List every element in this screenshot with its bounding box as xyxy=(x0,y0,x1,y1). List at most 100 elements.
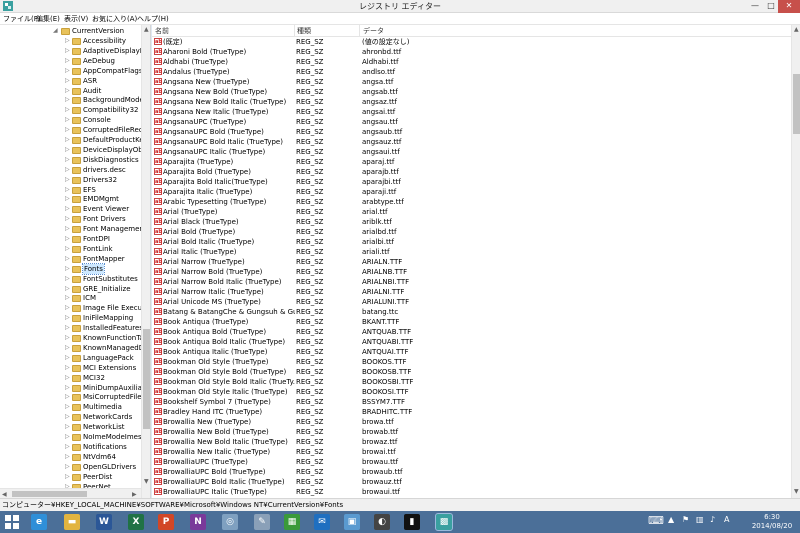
paint-icon[interactable]: ✎ xyxy=(254,514,270,530)
list-row[interactable]: ab Aldhabi (TrueType) REG_SZ Aldhabi.ttf xyxy=(152,57,791,67)
ime-icon[interactable]: A xyxy=(724,515,729,524)
onenote-icon[interactable]: N xyxy=(190,514,206,530)
list-row[interactable]: ab Arial Italic (TrueType) REG_SZ ariali.tt… xyxy=(152,247,791,257)
expand-arrow-icon[interactable]: ▷ xyxy=(65,303,71,313)
expand-arrow-icon[interactable]: ▷ xyxy=(65,56,71,66)
regedit-icon[interactable]: ▩ xyxy=(435,513,453,531)
scroll-up-icon[interactable]: ▲ xyxy=(794,26,799,33)
list-vertical-scrollbar[interactable]: ▲ ▼ xyxy=(791,25,800,498)
expand-arrow-icon[interactable]: ▷ xyxy=(65,244,71,254)
expand-arrow-icon[interactable]: ▷ xyxy=(65,76,71,86)
expand-arrow-icon[interactable]: ▷ xyxy=(65,412,71,422)
list-row[interactable]: ab AngsanaUPC Bold Italic (TrueType) REG_S… xyxy=(152,137,791,147)
list-row[interactable]: ab Angsana New (TrueType) REG_SZ angsa.ttf xyxy=(152,77,791,87)
list-row[interactable]: ab AngsanaUPC Bold (TrueType) REG_SZ angsau… xyxy=(152,127,791,137)
expand-arrow-icon[interactable]: ▷ xyxy=(65,165,71,175)
list-row[interactable]: ab Arial Unicode MS (TrueType) REG_SZ ARIAL… xyxy=(152,297,791,307)
list-row[interactable]: ab Bookshelf Symbol 7 (TrueType) REG_SZ BSS… xyxy=(152,397,791,407)
list-row[interactable]: ab Aparajita Bold (TrueType) REG_SZ aparajb… xyxy=(152,167,791,177)
list-row[interactable]: ab Batang & BatangChe & Gungsuh & Gu... RE… xyxy=(152,307,791,317)
expand-arrow-icon[interactable]: ▷ xyxy=(65,274,71,284)
list-row[interactable]: ab Arial (TrueType) REG_SZ arial.ttf xyxy=(152,207,791,217)
expand-arrow-icon[interactable]: ▷ xyxy=(65,432,71,442)
scroll-down-icon[interactable]: ▼ xyxy=(144,478,149,485)
value-list[interactable]: 名前 種類 データ ab (既定) REG_SZ (値の設定なし) ab Aharoni … xyxy=(152,25,791,498)
flag-icon[interactable]: ⚑ xyxy=(682,515,689,524)
network-icon[interactable]: ▥ xyxy=(696,515,704,524)
expand-arrow-icon[interactable]: ▷ xyxy=(65,224,71,234)
ie-icon[interactable]: e xyxy=(31,514,47,530)
expand-arrow-icon[interactable]: ▷ xyxy=(65,135,71,145)
registry-tree[interactable]: ◢ CurrentVersion ▷ Accessibility ▷ AdaptiveDi… xyxy=(0,25,151,498)
list-row[interactable]: ab Aparajita Bold Italic(TrueType) REG_SZ a… xyxy=(152,177,791,187)
list-row[interactable]: ab Arial Narrow (TrueType) REG_SZ ARIALN.TT… xyxy=(152,257,791,267)
menu-favorites[interactable]: お気に入り(A) xyxy=(92,14,137,24)
excel-icon[interactable]: X xyxy=(128,514,144,530)
list-row[interactable]: ab Aparajita Italic (TrueType) REG_SZ apara… xyxy=(152,187,791,197)
start-button[interactable] xyxy=(5,515,19,529)
expand-arrow-icon[interactable]: ▷ xyxy=(65,145,71,155)
list-row[interactable]: ab Browallia New Bold Italic (TrueType) RE… xyxy=(152,437,791,447)
collapse-arrow-icon[interactable]: ◢ xyxy=(53,26,59,36)
mail-icon[interactable]: ✉ xyxy=(314,514,330,530)
expand-arrow-icon[interactable]: ▷ xyxy=(65,472,71,482)
list-row[interactable]: ab Bookman Old Style Bold Italic (TrueTy.… xyxy=(152,377,791,387)
photos-icon[interactable]: ▣ xyxy=(344,514,360,530)
list-row[interactable]: ab Bookman Old Style (TrueType) REG_SZ BOOK… xyxy=(152,357,791,367)
expand-arrow-icon[interactable]: ▷ xyxy=(65,115,71,125)
expand-arrow-icon[interactable]: ▷ xyxy=(65,105,71,115)
expand-arrow-icon[interactable]: ▷ xyxy=(65,353,71,363)
project-icon[interactable]: ▦ xyxy=(284,514,300,530)
terminal-icon[interactable]: ▮ xyxy=(404,514,420,530)
expand-arrow-icon[interactable]: ▷ xyxy=(65,155,71,165)
expand-arrow-icon[interactable]: ▷ xyxy=(65,204,71,214)
expand-arrow-icon[interactable]: ▷ xyxy=(65,284,71,294)
expand-arrow-icon[interactable]: ▷ xyxy=(65,264,71,274)
list-row[interactable]: ab BrowalliaUPC (TrueType) REG_SZ browau.tt… xyxy=(152,457,791,467)
list-row[interactable]: ab Arial Narrow Bold (TrueType) REG_SZ ARIA… xyxy=(152,267,791,277)
expand-arrow-icon[interactable]: ▷ xyxy=(65,462,71,472)
list-row[interactable]: ab Bradley Hand ITC (TrueType) REG_SZ BRADH… xyxy=(152,407,791,417)
expand-arrow-icon[interactable]: ▷ xyxy=(65,66,71,76)
tree-vertical-scrollbar[interactable]: ▲ ▼ xyxy=(141,25,150,498)
column-data[interactable]: データ xyxy=(363,26,384,36)
list-row[interactable]: ab Arial Bold (TrueType) REG_SZ arialbd.ttf xyxy=(152,227,791,237)
column-divider[interactable] xyxy=(359,25,360,37)
tree-hscroll-thumb[interactable] xyxy=(12,491,87,497)
expand-arrow-icon[interactable]: ▷ xyxy=(65,313,71,323)
maximize-button[interactable]: □ xyxy=(764,0,778,13)
expand-arrow-icon[interactable]: ▷ xyxy=(65,214,71,224)
list-row[interactable]: ab Andalus (TrueType) REG_SZ andlso.ttf xyxy=(152,67,791,77)
scroll-left-icon[interactable]: ◀ xyxy=(2,491,7,498)
expand-arrow-icon[interactable]: ▷ xyxy=(65,185,71,195)
tree-horizontal-scrollbar[interactable]: ◀ ▶ xyxy=(0,488,141,498)
powerpoint-icon[interactable]: P xyxy=(158,514,174,530)
close-button[interactable]: ✕ xyxy=(778,0,800,13)
expand-arrow-icon[interactable]: ▷ xyxy=(65,452,71,462)
list-row[interactable]: ab Arabic Typesetting (TrueType) REG_SZ ara… xyxy=(152,197,791,207)
minimize-button[interactable]: — xyxy=(748,0,762,13)
expand-arrow-icon[interactable]: ▷ xyxy=(65,46,71,56)
explorer-icon[interactable]: ▬ xyxy=(64,514,80,530)
scroll-right-icon[interactable]: ▶ xyxy=(132,491,137,498)
volume-icon[interactable]: ♪ xyxy=(710,515,715,524)
list-row[interactable]: ab AngsanaUPC Italic (TrueType) REG_SZ angs… xyxy=(152,147,791,157)
expand-arrow-icon[interactable]: ▷ xyxy=(65,125,71,135)
expand-arrow-icon[interactable]: ▷ xyxy=(65,234,71,244)
menu-view[interactable]: 表示(V) xyxy=(64,14,88,24)
column-divider[interactable] xyxy=(294,25,295,37)
expand-arrow-icon[interactable]: ▷ xyxy=(65,442,71,452)
list-row[interactable]: ab Bookman Old Style Bold (TrueType) REG_S… xyxy=(152,367,791,377)
scroll-down-icon[interactable]: ▼ xyxy=(794,488,799,495)
list-row[interactable]: ab Book Antiqua Italic (TrueType) REG_SZ AN… xyxy=(152,347,791,357)
menu-file[interactable]: ファイル(F) xyxy=(3,14,41,24)
list-row[interactable]: ab Book Antiqua Bold (TrueType) REG_SZ ANTQ… xyxy=(152,327,791,337)
list-row[interactable]: ab Arial Narrow Bold Italic (TrueType) REG… xyxy=(152,277,791,287)
expand-arrow-icon[interactable]: ▷ xyxy=(65,293,71,303)
list-row[interactable]: ab Book Antiqua (TrueType) REG_SZ BKANT.TTF xyxy=(152,317,791,327)
expand-arrow-icon[interactable]: ▷ xyxy=(65,175,71,185)
list-row[interactable]: ab Aparajita (TrueType) REG_SZ aparaj.ttf xyxy=(152,157,791,167)
expand-arrow-icon[interactable]: ▷ xyxy=(65,373,71,383)
tree-scroll-thumb[interactable] xyxy=(143,329,150,429)
menu-edit[interactable]: 編集(E) xyxy=(36,14,60,24)
